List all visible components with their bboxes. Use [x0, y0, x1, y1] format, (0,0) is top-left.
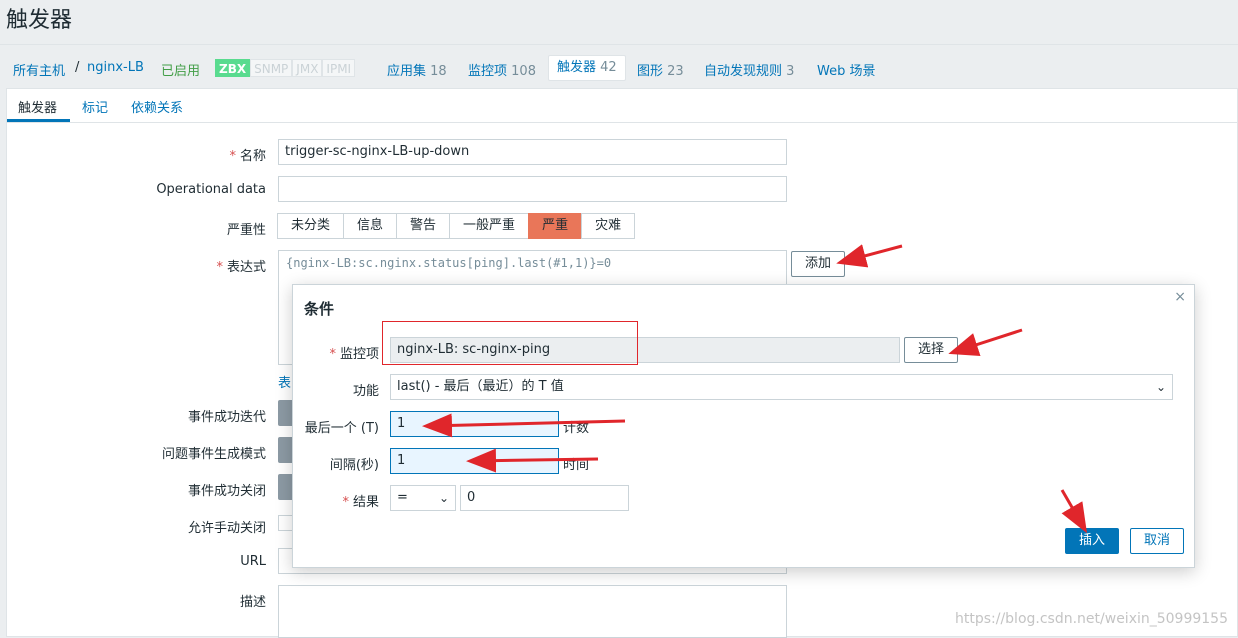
cancel-button[interactable]: 取消 [1130, 528, 1184, 554]
severity-disaster[interactable]: 灾难 [581, 213, 635, 239]
nav-web-scenarios[interactable]: Web 场景 [817, 60, 875, 79]
result-value-input[interactable]: 0 [460, 485, 629, 511]
severity-selector: 未分类 信息 警告 一般严重 严重 灾难 [278, 213, 635, 239]
chevron-down-icon: ⌄ [439, 486, 449, 510]
opdata-label: Operational data [156, 182, 266, 197]
nav-applications[interactable]: 应用集 18 [387, 60, 447, 79]
description-textarea[interactable] [278, 585, 787, 638]
function-label: 功能 [353, 380, 379, 399]
severity-label: 严重性 [227, 219, 266, 238]
jmx-badge: JMX [292, 59, 322, 77]
result-label: *结果 [342, 491, 379, 510]
tab-dependencies[interactable]: 依赖关系 [131, 97, 183, 116]
ok-close-label: 事件成功关闭 [188, 480, 266, 499]
tab-tags[interactable]: 标记 [82, 97, 108, 116]
snmp-badge: SNMP [250, 59, 292, 77]
severity-average[interactable]: 一般严重 [449, 213, 529, 239]
nav-items[interactable]: 监控项 108 [468, 60, 536, 79]
insert-button[interactable]: 插入 [1065, 528, 1119, 554]
availability-indicators: ZBX SNMP JMX IPMI [215, 59, 355, 77]
function-select[interactable]: last() - 最后（最近）的 T 值 ⌄ [390, 374, 1173, 400]
severity-not-classified[interactable]: 未分类 [277, 213, 344, 239]
severity-warning[interactable]: 警告 [396, 213, 450, 239]
interval-label: 间隔(秒) [330, 454, 379, 473]
name-input[interactable]: trigger-sc-nginx-LB-up-down [278, 139, 787, 165]
dialog-title: 条件 [304, 298, 334, 319]
close-icon[interactable]: × [1174, 289, 1186, 305]
interval-input[interactable]: 1 [390, 448, 559, 474]
breadcrumb-all-hosts[interactable]: 所有主机 [13, 60, 65, 79]
ok-event-label: 事件成功迭代 [188, 406, 266, 425]
page-title: 触发器 [6, 2, 72, 34]
expression-constructor-link[interactable]: 表 [278, 372, 291, 391]
opdata-input[interactable] [278, 176, 787, 202]
result-operator-select[interactable]: = ⌄ [390, 485, 456, 511]
last-t-input[interactable]: 1 [390, 411, 559, 437]
add-expression-button[interactable]: 添加 [791, 251, 845, 277]
severity-information[interactable]: 信息 [343, 213, 397, 239]
chevron-down-icon: ⌄ [1156, 375, 1166, 399]
nav-triggers[interactable]: 触发器 42 [548, 55, 626, 81]
ipmi-badge: IPMI [322, 59, 355, 77]
name-label: *名称 [229, 145, 266, 164]
item-label: *监控项 [329, 343, 379, 362]
nav-discovery-rules[interactable]: 自动发现规则 3 [704, 60, 794, 79]
tab-active-indicator [7, 119, 70, 122]
breadcrumb-separator: / [75, 60, 79, 75]
zbx-badge: ZBX [215, 59, 250, 77]
last-t-label: 最后一个 (T) [305, 417, 379, 436]
watermark: https://blog.csdn.net/weixin_50999155 [955, 611, 1228, 627]
last-t-unit: 计数 [563, 417, 589, 436]
tab-trigger[interactable]: 触发器 [18, 97, 57, 116]
problem-mode-label: 问题事件生成模式 [162, 443, 266, 462]
url-label: URL [240, 554, 266, 569]
status-badge[interactable]: 已启用 [161, 60, 200, 79]
description-label: 描述 [240, 591, 266, 610]
breadcrumb-host[interactable]: nginx-LB [87, 60, 144, 75]
item-highlight-box [382, 321, 638, 365]
severity-high[interactable]: 严重 [528, 213, 582, 239]
manual-close-label: 允许手动关闭 [188, 517, 266, 536]
breadcrumb: 所有主机 / nginx-LB 已启用 ZBX SNMP JMX IPMI 应用… [0, 44, 1238, 88]
nav-graphs[interactable]: 图形 23 [637, 60, 684, 79]
select-item-button[interactable]: 选择 [904, 337, 958, 363]
tab-bar: 触发器 标记 依赖关系 [7, 89, 1237, 123]
expression-label: *表达式 [216, 256, 266, 275]
interval-unit: 时间 [563, 454, 589, 473]
